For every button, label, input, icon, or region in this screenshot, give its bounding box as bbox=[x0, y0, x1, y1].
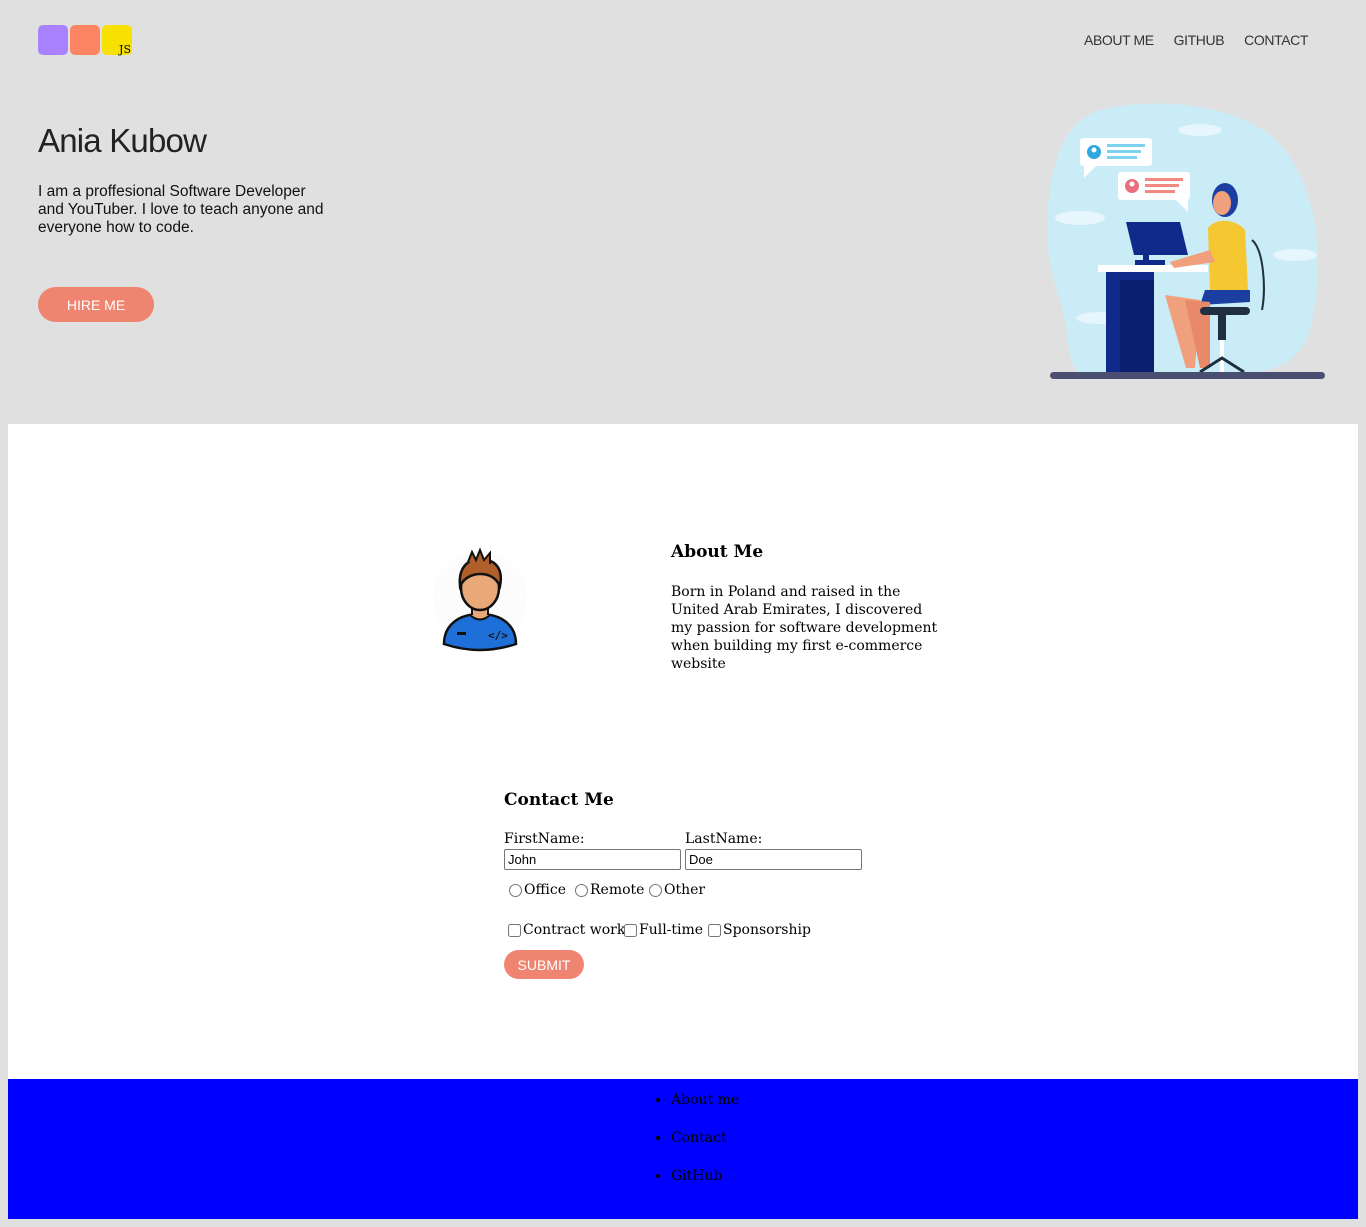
nav-github[interactable]: GITHUB bbox=[1174, 32, 1225, 48]
logo-square-yellow: JS bbox=[102, 25, 132, 56]
main-content: </> About Me Born in Poland and raised i… bbox=[8, 424, 1358, 1079]
developer-avatar: </> bbox=[433, 547, 527, 652]
footer-link-about-me-label[interactable]: About me bbox=[671, 1092, 739, 1108]
footer-link-github[interactable]: GitHub bbox=[671, 1167, 739, 1186]
checkbox-sponsorship-input[interactable] bbox=[708, 923, 721, 937]
radio-office-label: Office bbox=[524, 882, 567, 898]
contact-title: Contact Me bbox=[504, 790, 614, 810]
hire-me-button[interactable]: HIRE ME bbox=[38, 287, 154, 322]
nav-about-me[interactable]: ABOUT ME bbox=[1084, 32, 1154, 48]
checkbox-full-time-input[interactable] bbox=[624, 923, 637, 937]
radio-office[interactable]: Office bbox=[509, 882, 566, 898]
hero-description: I am a proffesional Software Developer a… bbox=[38, 183, 324, 236]
footer-link-github-label[interactable]: GitHub bbox=[671, 1168, 722, 1184]
logo[interactable]: JS bbox=[38, 25, 132, 56]
footer: About me Contact GitHub bbox=[8, 1079, 1358, 1219]
radio-remote-input[interactable] bbox=[575, 883, 588, 897]
checkbox-sponsorship[interactable]: Sponsorship bbox=[708, 922, 811, 938]
logo-js-text: JS bbox=[119, 43, 131, 56]
developer-at-desk-illustration bbox=[1047, 103, 1325, 379]
top-nav: ABOUT ME GITHUB CONTACT bbox=[1084, 32, 1308, 48]
nav-contact[interactable]: CONTACT bbox=[1244, 32, 1308, 48]
footer-link-about-me[interactable]: About me bbox=[671, 1091, 739, 1110]
checkbox-contract-work[interactable]: Contract work bbox=[508, 922, 625, 938]
logo-square-orange bbox=[70, 25, 100, 55]
hero-title: Ania Kubow bbox=[38, 122, 207, 159]
svg-text:</>: </> bbox=[488, 629, 508, 642]
footer-links: About me Contact GitHub bbox=[631, 1091, 739, 1205]
radio-office-input[interactable] bbox=[509, 883, 522, 897]
radio-other-input[interactable] bbox=[649, 883, 662, 897]
radio-remote[interactable]: Remote bbox=[575, 882, 644, 898]
checkbox-contract-work-input[interactable] bbox=[508, 923, 521, 937]
last-name-label: LastName: bbox=[685, 831, 763, 847]
radio-other-label: Other bbox=[664, 882, 706, 898]
first-name-input[interactable] bbox=[504, 849, 681, 870]
checkbox-sponsorship-label: Sponsorship bbox=[723, 922, 811, 938]
first-name-label: FirstName: bbox=[504, 831, 585, 847]
submit-button[interactable]: SUBMIT bbox=[504, 950, 584, 979]
radio-remote-label: Remote bbox=[590, 882, 645, 898]
last-name-input[interactable] bbox=[685, 849, 862, 870]
about-text: Born in Poland and raised in the United … bbox=[671, 584, 938, 672]
checkbox-full-time[interactable]: Full-time bbox=[624, 922, 703, 938]
logo-square-purple bbox=[38, 25, 68, 55]
checkbox-full-time-label: Full-time bbox=[639, 922, 704, 938]
about-title: About Me bbox=[671, 542, 764, 562]
footer-link-contact[interactable]: Contact bbox=[671, 1129, 739, 1148]
radio-other[interactable]: Other bbox=[649, 882, 705, 898]
checkbox-contract-work-label: Contract work bbox=[523, 922, 626, 938]
footer-link-contact-label[interactable]: Contact bbox=[671, 1130, 727, 1146]
